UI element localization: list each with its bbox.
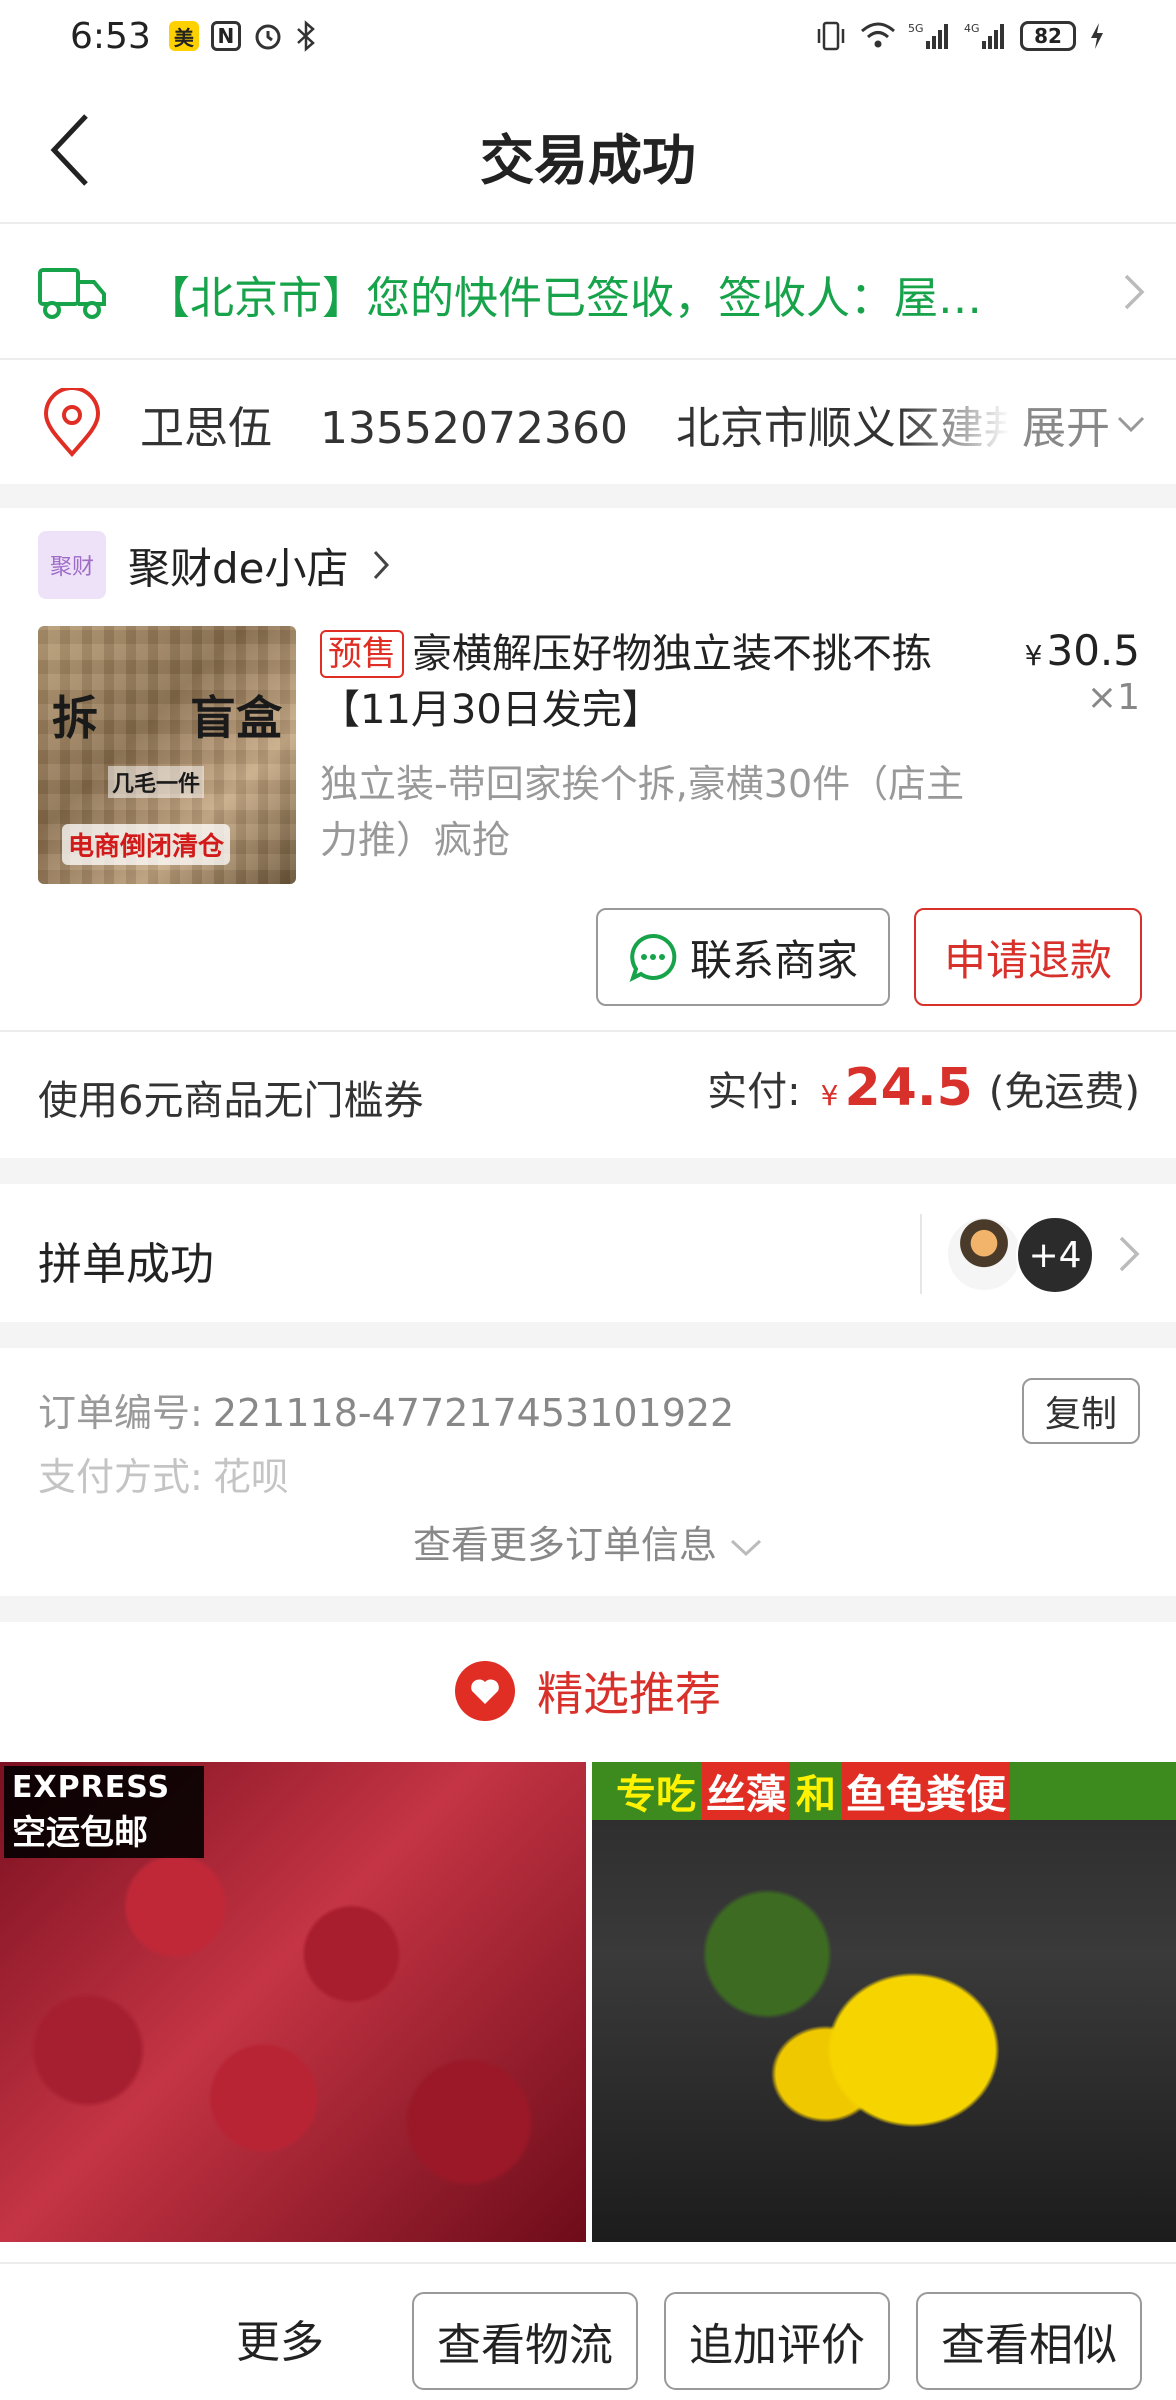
product-image-label-left: 拆 xyxy=(52,691,98,745)
bottom-action-bar: 更多 查看物流 追加评价 查看相似 xyxy=(0,2262,1176,2400)
heart-icon xyxy=(455,1661,515,1721)
product-image[interactable]: 拆 盲盒 几毛一件 电商倒闭清仓 xyxy=(38,626,296,884)
wifi-icon xyxy=(860,21,896,51)
order-card: 聚财 聚财de小店 拆 盲盒 几毛一件 电商倒闭清仓 预售 豪横解压好物独立装不挑… xyxy=(0,508,1176,1158)
product-image-label-right: 盲盒 xyxy=(190,691,282,745)
signal-5g-icon: 5G xyxy=(908,21,952,51)
status-time: 6:53 xyxy=(70,15,151,57)
group-buy-title: 拼单成功 xyxy=(38,1239,214,1290)
battery-indicator: 82 xyxy=(1020,21,1076,51)
more-button[interactable]: 更多 xyxy=(236,2306,324,2370)
product-image-banner: 电商倒闭清仓 xyxy=(62,824,231,865)
svg-text:5G: 5G xyxy=(908,22,924,35)
location-pin-icon xyxy=(43,388,101,458)
chevron-right-icon xyxy=(1119,1236,1140,1272)
banner-part: 丝藻 xyxy=(702,1762,790,1820)
banner-part: 专吃 xyxy=(616,1772,696,1818)
banner-part: 鱼龟粪便 xyxy=(842,1762,1010,1820)
meituan-icon: 美 xyxy=(168,21,199,51)
header: 交易成功 xyxy=(0,72,1176,224)
expand-label: 展开 xyxy=(1022,403,1110,454)
price-value: 30.5 xyxy=(1046,626,1140,675)
expand-address-link[interactable]: 展开 xyxy=(1022,392,1146,456)
recommend-title: 精选推荐 xyxy=(537,1667,721,1721)
recommend-section: 精选推荐 EXPRESS 空运包邮 专吃 丝藻 和 鱼龟粪便 xyxy=(0,1622,1176,2262)
alarm-icon xyxy=(253,21,283,51)
vibrate-icon xyxy=(814,20,848,52)
express-badge: EXPRESS 空运包邮 xyxy=(4,1766,204,1858)
contact-seller-label: 联系商家 xyxy=(689,935,858,985)
recommend-header: 精选推荐 xyxy=(0,1658,1176,1724)
avatar xyxy=(946,1216,1022,1292)
product-title-text: 豪横解压好物独立装不挑不拣【11月30日发完】 xyxy=(320,631,932,733)
product-title[interactable]: 预售 豪横解压好物独立装不挑不拣【11月30日发完】 xyxy=(320,626,960,738)
more-order-info-label: 查看更多订单信息 xyxy=(412,1523,717,1567)
page-title: 交易成功 xyxy=(480,129,696,192)
product-image-sub: 几毛一件 xyxy=(108,766,205,798)
order-number-value: 221118-477217453101922 xyxy=(212,1391,735,1435)
product-image-label: 拆 盲盒 xyxy=(52,682,282,748)
status-left: 6:53 美 N xyxy=(70,16,317,57)
order-number-row: 订单编号: 221118-477217453101922 xyxy=(38,1382,734,1437)
price-block: ¥30.5 ×1 xyxy=(1025,626,1140,718)
order-info-card: 订单编号: 221118-477217453101922 复制 支付方式: 花呗 查… xyxy=(0,1348,1176,1596)
product-quantity: ×1 xyxy=(1086,677,1140,718)
paid-label: 实付: xyxy=(707,1069,801,1115)
recommend-item[interactable]: 专吃 丝藻 和 鱼龟粪便 xyxy=(592,1762,1176,2242)
truck-icon xyxy=(38,268,106,319)
address-row[interactable]: 卫思伍 13552072360 北京市顺义区建邦 展开 xyxy=(0,360,1176,484)
divider xyxy=(920,1214,922,1294)
contact-seller-button[interactable]: 联系商家 xyxy=(596,908,890,1006)
charging-icon xyxy=(1088,21,1106,51)
product-banner: 专吃 丝藻 和 鱼龟粪便 xyxy=(592,1762,1176,1820)
add-review-button[interactable]: 追加评价 xyxy=(664,2292,890,2390)
paid-symbol: ¥ xyxy=(820,1079,839,1112)
divider xyxy=(0,1030,1176,1032)
shop-row[interactable]: 聚财 聚财de小店 xyxy=(38,530,391,600)
address-text: 卫思伍 13552072360 北京市顺义区建邦 xyxy=(140,392,1010,456)
paid-row: 实付: ¥ 24.5 (免运费) xyxy=(707,1058,1140,1118)
more-order-info-link[interactable]: 查看更多订单信息 xyxy=(0,1514,1176,1569)
coupon-text: 使用6元商品无门槛券 xyxy=(38,1078,424,1124)
payment-method-label: 支付方式: xyxy=(38,1455,203,1499)
payment-method-value: 花呗 xyxy=(212,1455,289,1499)
refund-button[interactable]: 申请退款 xyxy=(914,908,1142,1006)
recipient-phone: 13552072360 xyxy=(320,403,628,454)
signal-4g-icon: 4G xyxy=(964,21,1008,51)
express-badge-line1: EXPRESS xyxy=(12,1770,171,1805)
presale-tag: 预售 xyxy=(320,630,404,678)
express-badge-line2: 空运包邮 xyxy=(12,1813,148,1853)
address-fade xyxy=(900,380,1010,460)
price-symbol: ¥ xyxy=(1024,639,1043,672)
chat-bubble-icon xyxy=(629,933,677,982)
chevron-down-icon xyxy=(1117,416,1145,433)
status-right: 5G 4G 82 xyxy=(814,20,1106,52)
chevron-right-icon xyxy=(373,550,389,580)
product-price: ¥30.5 xyxy=(1025,626,1140,675)
group-buy-row[interactable]: 拼单成功 +4 xyxy=(0,1184,1176,1322)
nfc-icon: N xyxy=(210,21,241,51)
banner-part: 和 xyxy=(796,1772,836,1818)
payment-method-row: 支付方式: 花呗 xyxy=(38,1446,289,1501)
shipping-note: (免运费) xyxy=(988,1069,1140,1115)
product-sku: 独立装-带回家挨个拆,豪横30件（店主力推）疯抢 xyxy=(320,762,965,862)
copy-order-number-button[interactable]: 复制 xyxy=(1022,1378,1140,1444)
view-similar-button[interactable]: 查看相似 xyxy=(916,2292,1142,2390)
recipient-name: 卫思伍 xyxy=(140,403,272,454)
svg-text:4G: 4G xyxy=(964,22,980,35)
logistics-row[interactable]: 【北京市】您的快件已签收，签收人：屋… xyxy=(0,224,1176,360)
logistics-status-text: 【北京市】您的快件已签收，签收人：屋… xyxy=(146,273,982,324)
view-logistics-button[interactable]: 查看物流 xyxy=(412,2292,638,2390)
shop-logo: 聚财 xyxy=(38,531,106,599)
more-members-avatar: +4 xyxy=(1016,1216,1094,1294)
recommend-item[interactable]: EXPRESS 空运包邮 xyxy=(0,1762,586,2242)
bluetooth-icon xyxy=(295,20,317,52)
shop-name: 聚财de小店 xyxy=(128,543,349,593)
paid-amount: 24.5 xyxy=(844,1058,973,1118)
chevron-right-icon xyxy=(1124,274,1145,310)
order-number-label: 订单编号: xyxy=(38,1391,203,1435)
status-bar: 6:53 美 N 5G 4G 82 xyxy=(0,0,1176,72)
chevron-down-icon xyxy=(731,1539,762,1557)
